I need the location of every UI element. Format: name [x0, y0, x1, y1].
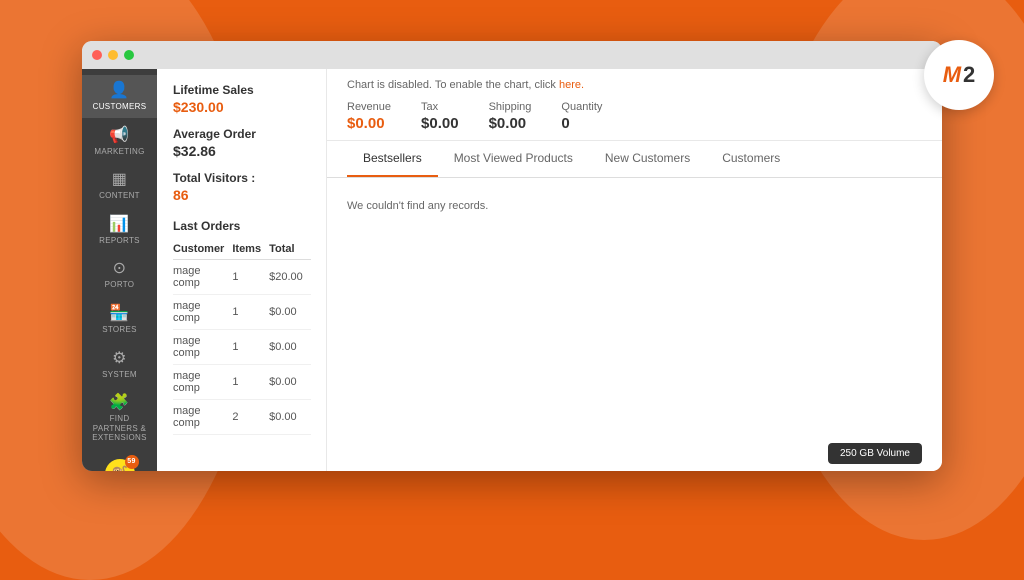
- total-visitors-label: Total Visitors :: [173, 171, 310, 185]
- cell-total: $0.00: [269, 295, 311, 330]
- cell-items: 1: [232, 330, 269, 365]
- tab-bestsellers[interactable]: Bestsellers: [347, 141, 438, 177]
- table-row: mage comp 1 $0.00: [173, 365, 311, 400]
- lifetime-sales-value: $230.00: [173, 99, 310, 115]
- metric-label: Quantity: [561, 101, 602, 113]
- orders-table: Customer Items Total mage comp 1 $20.00 …: [173, 239, 311, 435]
- table-row: mage comp 1 $0.00: [173, 330, 311, 365]
- col-header-customer: Customer: [173, 239, 232, 260]
- left-panel: Lifetime Sales $230.00 Average Order $32…: [157, 69, 327, 471]
- find-partners-icon: 🧩: [109, 395, 129, 411]
- content-area: Lifetime Sales $230.00 Average Order $32…: [157, 69, 942, 471]
- sidebar-find-partners-label: FIND PARTNERS & EXTENSIONS: [86, 414, 153, 443]
- cell-items: 2: [232, 400, 269, 435]
- sidebar-stores-label: STORES: [102, 325, 137, 335]
- lifetime-sales-block: Lifetime Sales $230.00: [173, 83, 310, 115]
- cell-items: 1: [232, 365, 269, 400]
- main-layout: 👤 CUSTOMERS 📢 MARKETING ▦ CONTENT 📊 REPO…: [82, 69, 942, 471]
- tab-customers[interactable]: Customers: [706, 141, 796, 177]
- col-header-items: Items: [232, 239, 269, 260]
- sidebar-customers-label: CUSTOMERS: [93, 102, 147, 112]
- chart-section: Chart is disabled. To enable the chart, …: [327, 69, 942, 141]
- average-order-label: Average Order: [173, 127, 310, 141]
- chart-metric-block: Quantity 0: [561, 101, 602, 132]
- right-panel: Chart is disabled. To enable the chart, …: [327, 69, 942, 471]
- minimize-dot[interactable]: [108, 50, 118, 60]
- chart-enable-link[interactable]: here.: [559, 79, 584, 91]
- sidebar-item-marketing[interactable]: 📢 MARKETING: [82, 120, 157, 163]
- metric-label: Revenue: [347, 101, 391, 113]
- metric-label: Tax: [421, 101, 459, 113]
- magento-m-icon: M: [943, 62, 961, 88]
- table-row: mage comp 1 $20.00: [173, 260, 311, 295]
- sidebar-marketing-label: MARKETING: [94, 147, 144, 157]
- average-order-block: Average Order $32.86: [173, 127, 310, 159]
- total-visitors-block: Total Visitors : 86: [173, 171, 310, 203]
- chart-metric-block: Tax $0.00: [421, 101, 459, 132]
- sidebar-porto-label: PORTO: [105, 280, 135, 290]
- sidebar-item-mailchimp[interactable]: 🐒 59 MAILCHIMP: [82, 451, 157, 471]
- marketing-icon: 📢: [109, 128, 129, 144]
- magento-2-label: 2: [963, 62, 975, 88]
- system-icon: ⚙: [112, 351, 127, 367]
- tabs-row: BestsellersMost Viewed ProductsNew Custo…: [347, 141, 922, 177]
- cell-total: $20.00: [269, 260, 311, 295]
- cell-items: 1: [232, 295, 269, 330]
- metric-value: $0.00: [421, 115, 459, 132]
- sidebar-reports-label: REPORTS: [99, 236, 140, 246]
- reports-icon: 📊: [109, 217, 129, 233]
- col-header-total: Total: [269, 239, 311, 260]
- browser-bar: [82, 41, 942, 69]
- sidebar: 👤 CUSTOMERS 📢 MARKETING ▦ CONTENT 📊 REPO…: [82, 69, 157, 471]
- chart-notice-text: Chart is disabled. To enable the chart, …: [347, 79, 922, 91]
- stores-icon: 🏪: [109, 306, 129, 322]
- close-dot[interactable]: [92, 50, 102, 60]
- metric-value: $0.00: [347, 115, 391, 132]
- cell-customer: mage comp: [173, 260, 232, 295]
- tabs-section: BestsellersMost Viewed ProductsNew Custo…: [327, 141, 942, 178]
- sidebar-item-reports[interactable]: 📊 REPORTS: [82, 209, 157, 252]
- sidebar-item-stores[interactable]: 🏪 STORES: [82, 298, 157, 341]
- cell-total: $0.00: [269, 365, 311, 400]
- expand-dot[interactable]: [124, 50, 134, 60]
- tab-most-viewed[interactable]: Most Viewed Products: [438, 141, 589, 177]
- no-records-message: We couldn't find any records.: [347, 188, 922, 224]
- cell-customer: mage comp: [173, 365, 232, 400]
- porto-icon: ⊙: [113, 261, 127, 277]
- cell-customer: mage comp: [173, 330, 232, 365]
- lifetime-sales-label: Lifetime Sales: [173, 83, 310, 97]
- last-orders-title: Last Orders: [173, 219, 310, 233]
- total-visitors-value: 86: [173, 187, 310, 203]
- average-order-value: $32.86: [173, 143, 310, 159]
- sidebar-item-system[interactable]: ⚙ SYSTEM: [82, 343, 157, 386]
- sidebar-item-content[interactable]: ▦ CONTENT: [82, 164, 157, 207]
- chart-metric-block: Shipping $0.00: [489, 101, 532, 132]
- browser-window: 👤 CUSTOMERS 📢 MARKETING ▦ CONTENT 📊 REPO…: [82, 41, 942, 471]
- mailchimp-count-badge: 59: [125, 455, 139, 469]
- metric-label: Shipping: [489, 101, 532, 113]
- tab-new-customers[interactable]: New Customers: [589, 141, 706, 177]
- tab-content: We couldn't find any records. 250 GB Vol…: [327, 178, 942, 471]
- cell-total: $0.00: [269, 330, 311, 365]
- sidebar-item-find-partners[interactable]: 🧩 FIND PARTNERS & EXTENSIONS: [82, 387, 157, 449]
- volume-badge: 250 GB Volume: [828, 443, 922, 464]
- content-icon: ▦: [112, 172, 127, 188]
- magento-logo-badge: M 2: [924, 40, 994, 110]
- chart-metric-block: Revenue $0.00: [347, 101, 391, 132]
- table-row: mage comp 2 $0.00: [173, 400, 311, 435]
- cell-customer: mage comp: [173, 295, 232, 330]
- cell-customer: mage comp: [173, 400, 232, 435]
- sidebar-item-customers[interactable]: 👤 CUSTOMERS: [82, 75, 157, 118]
- mailchimp-badge: 🐒 59: [105, 459, 135, 471]
- metric-value: $0.00: [489, 115, 532, 132]
- metric-value: 0: [561, 115, 602, 132]
- customers-icon: 👤: [109, 83, 129, 99]
- table-row: mage comp 1 $0.00: [173, 295, 311, 330]
- chart-metrics: Revenue $0.00 Tax $0.00 Shipping $0.00 Q…: [347, 101, 922, 132]
- sidebar-content-label: CONTENT: [99, 191, 140, 201]
- cell-items: 1: [232, 260, 269, 295]
- sidebar-system-label: SYSTEM: [102, 370, 137, 380]
- cell-total: $0.00: [269, 400, 311, 435]
- sidebar-item-porto[interactable]: ⊙ PORTO: [82, 253, 157, 296]
